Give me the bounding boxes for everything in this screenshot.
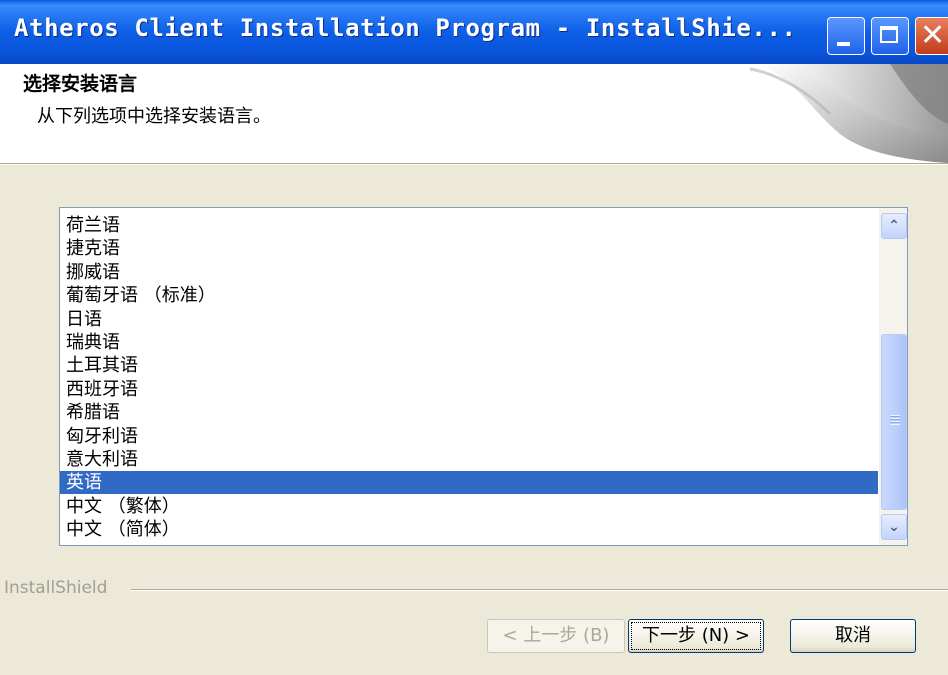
cancel-button[interactable]: 取消 (790, 619, 916, 653)
next-button[interactable]: 下一步 (N) > (628, 619, 764, 653)
language-list-item[interactable]: 西班牙语 (60, 378, 878, 401)
banner-illustration (749, 64, 948, 163)
language-list-item[interactable]: 荷兰语 (60, 214, 878, 237)
language-listbox[interactable]: 荷兰语 捷克语 挪威语 葡萄牙语 （标准） 日语 瑞典语 土耳其语 西班牙语 希腊语 匈牙利语 意大… (59, 207, 908, 546)
language-list-item[interactable]: 英语 (60, 471, 878, 495)
page-title: 选择安装语言 (23, 73, 138, 95)
scroll-down-button[interactable]: ⌄ (881, 514, 907, 540)
scrollbar-thumb[interactable] (881, 334, 907, 510)
language-list-items[interactable]: 荷兰语 捷克语 挪威语 葡萄牙语 （标准） 日语 瑞典语 土耳其语 西班牙语 希腊语 匈牙利语 意大… (60, 208, 878, 545)
language-list-item[interactable]: 捷克语 (60, 237, 878, 260)
minimize-icon (837, 42, 850, 46)
back-button[interactable]: < 上一步 (B) (487, 619, 625, 653)
language-list-item[interactable]: 日语 (60, 308, 878, 331)
installshield-brand: InstallShield (4, 578, 108, 598)
close-icon: ✕ (920, 18, 946, 53)
language-list-item[interactable]: 挪威语 (60, 261, 878, 284)
language-list-item[interactable]: 土耳其语 (60, 354, 878, 377)
minimize-button[interactable] (827, 17, 865, 55)
language-list-item[interactable]: 意大利语 (60, 448, 878, 471)
vertical-scrollbar[interactable]: ⌃ ⌄ (878, 208, 907, 545)
chevron-down-icon: ⌄ (888, 519, 900, 535)
maximize-icon (880, 26, 898, 43)
scroll-up-button[interactable]: ⌃ (881, 213, 907, 239)
installer-window: Atheros Client Installation Program - In… (0, 0, 948, 675)
language-list-item[interactable]: 希腊语 (60, 401, 878, 424)
grip-icon (890, 415, 900, 425)
chevron-up-icon: ⌃ (888, 218, 900, 234)
language-list-item[interactable]: 中文 （繁体） (60, 495, 878, 518)
header-banner: 选择安装语言 从下列选项中选择安装语言。 (0, 64, 948, 163)
title-bar[interactable]: Atheros Client Installation Program - In… (0, 0, 948, 64)
window-title: Atheros Client Installation Program - In… (14, 14, 797, 42)
close-button[interactable]: ✕ (915, 17, 948, 55)
page-subtitle: 从下列选项中选择安装语言。 (37, 106, 271, 127)
language-list-item[interactable]: 中文 （简体） (60, 518, 878, 541)
maximize-button[interactable] (871, 17, 909, 55)
language-list-item[interactable]: 瑞典语 (60, 331, 878, 354)
language-list-item[interactable]: 匈牙利语 (60, 425, 878, 448)
language-list-item[interactable]: 葡萄牙语 （标准） (60, 284, 878, 307)
